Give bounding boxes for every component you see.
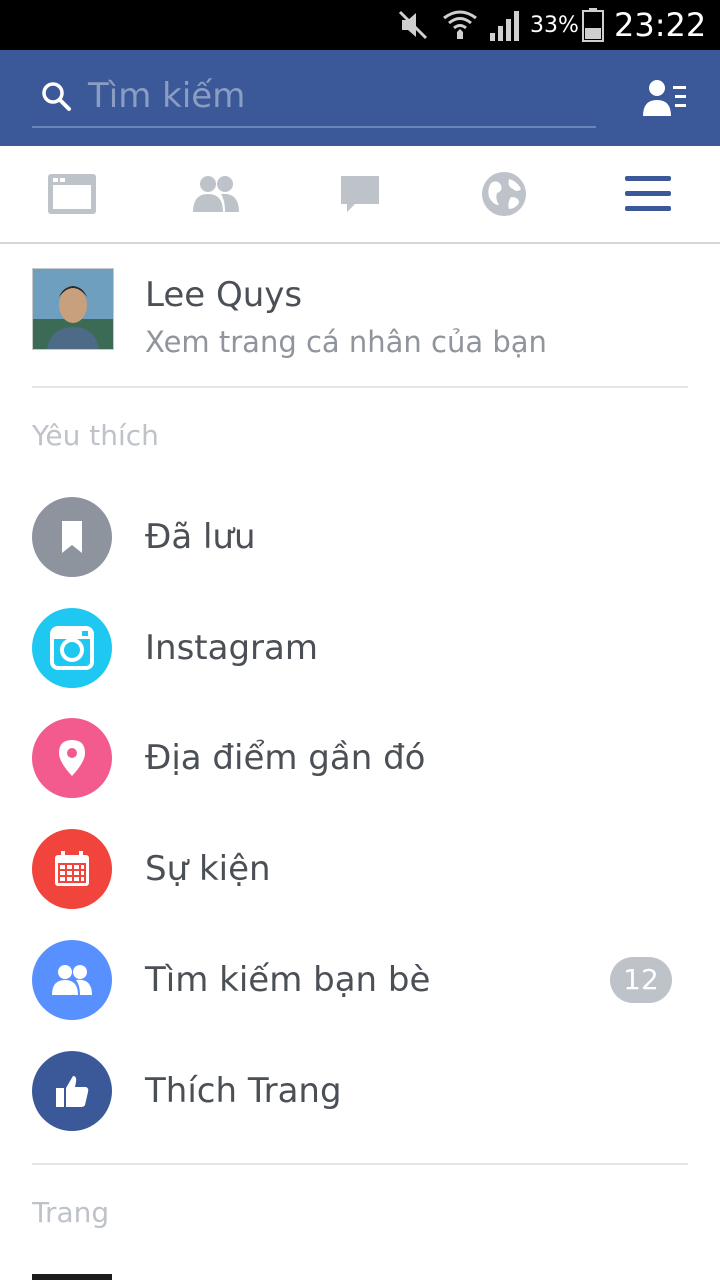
battery-percent: 33% [530, 12, 579, 38]
menu-item-label: Đã lưu [145, 517, 256, 557]
friends-icon [32, 940, 112, 1020]
tab-friend-requests[interactable] [144, 146, 288, 242]
tab-more[interactable] [576, 146, 720, 242]
signal-icon [488, 0, 522, 50]
divider [32, 1163, 688, 1165]
tab-messages[interactable] [288, 146, 432, 242]
globe-icon [482, 172, 526, 216]
section-header-pages: Trang [32, 1196, 110, 1229]
menu-item-label: Sự kiện [145, 849, 271, 889]
menu-item-saved[interactable]: Đã lưu [0, 482, 720, 592]
menu-item-label: Tìm kiếm bạn bè [145, 960, 431, 1000]
menu-item-events[interactable]: Sự kiện [0, 814, 720, 924]
menu-item-nearby-places[interactable]: Địa điểm gần đó [0, 703, 720, 813]
menu-item-instagram[interactable]: Instagram [0, 593, 720, 703]
divider [32, 386, 688, 388]
avatar [32, 268, 114, 350]
thumbs-up-icon [32, 1051, 112, 1131]
news-feed-icon [48, 174, 96, 214]
map-pin-icon [32, 718, 112, 798]
calendar-icon [32, 829, 112, 909]
tab-bar [0, 146, 720, 244]
status-bar: 33% 23:22 [0, 0, 720, 50]
menu-item-find-friends[interactable]: Tìm kiếm bạn bè 12 [0, 925, 720, 1035]
clock: 23:22 [614, 6, 707, 44]
camera-icon [32, 608, 112, 688]
profile-subtitle: Xem trang cá nhân của bạn [145, 325, 547, 359]
menu-item-label: Thích Trang [145, 1071, 342, 1111]
menu-item-like-pages[interactable]: Thích Trang [0, 1036, 720, 1146]
hamburger-menu-icon [625, 176, 671, 211]
wifi-icon [442, 0, 478, 50]
app-header: Tìm kiếm [0, 50, 720, 146]
page-avatar[interactable] [32, 1274, 112, 1280]
battery-icon [582, 0, 604, 50]
profile-name: Lee Quys [145, 275, 303, 315]
mute-icon [396, 0, 430, 50]
bookmark-icon [32, 497, 112, 577]
chat-icon [341, 176, 379, 212]
search-icon [42, 82, 71, 111]
count-badge: 12 [610, 957, 672, 1003]
tab-news-feed[interactable] [0, 146, 144, 242]
search-input[interactable]: Tìm kiếm [88, 76, 245, 116]
contacts-icon[interactable] [640, 76, 688, 120]
search-bar[interactable]: Tìm kiếm [32, 74, 596, 128]
menu-item-label: Địa điểm gần đó [145, 738, 426, 778]
friends-icon [193, 176, 239, 212]
menu-item-label: Instagram [145, 628, 318, 668]
section-header-favorites: Yêu thích [32, 419, 159, 452]
profile-row[interactable]: Lee Quys Xem trang cá nhân của bạn [0, 244, 720, 386]
tab-notifications[interactable] [432, 146, 576, 242]
